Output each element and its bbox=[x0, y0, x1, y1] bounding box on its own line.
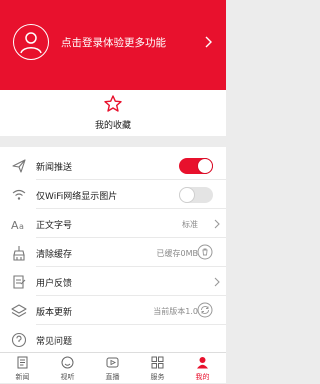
layers-icon bbox=[11, 304, 27, 318]
setting-wifi-images: 仅WiFi网络显示图片 bbox=[0, 180, 226, 209]
tab-mine[interactable]: 我的 bbox=[180, 353, 225, 384]
setting-faq[interactable]: 常见问题 bbox=[0, 325, 226, 352]
wifi-images-toggle[interactable] bbox=[179, 187, 213, 203]
news-push-toggle[interactable] bbox=[179, 158, 213, 174]
svg-text:a: a bbox=[19, 222, 24, 231]
font-size-icon: A a bbox=[11, 219, 24, 232]
tab-label: 新闻 bbox=[15, 373, 30, 381]
favorites-label: 我的收藏 bbox=[94, 121, 131, 131]
version-value: 当前版本1.0 bbox=[153, 307, 198, 316]
trash-icon[interactable] bbox=[197, 244, 213, 260]
avatar[interactable] bbox=[13, 24, 49, 60]
favorites-button[interactable]: 我的收藏 bbox=[0, 90, 226, 136]
user-icon bbox=[20, 32, 42, 54]
tab-news[interactable]: 新闻 bbox=[0, 353, 45, 384]
setting-feedback[interactable]: 用户反馈 bbox=[0, 267, 226, 296]
tab-label: 视听 bbox=[60, 373, 75, 381]
svg-text:A: A bbox=[11, 219, 19, 232]
help-icon bbox=[11, 332, 27, 348]
setting-label: 常见问题 bbox=[36, 337, 73, 347]
tab-services[interactable]: 服务 bbox=[135, 353, 180, 384]
tab-label: 直播 bbox=[105, 373, 120, 381]
wifi-icon bbox=[12, 189, 26, 200]
setting-label: 仅WiFi网络显示图片 bbox=[36, 192, 118, 202]
tab-audiovisual[interactable]: 视听 bbox=[45, 353, 90, 384]
play-icon bbox=[106, 357, 119, 368]
tab-label: 服务 bbox=[150, 373, 165, 381]
setting-label: 清除缓存 bbox=[36, 250, 73, 260]
chevron-right-icon bbox=[214, 277, 220, 287]
settings-list: 新闻推送 仅WiFi网络显示图片 A a 正文字号 标准 清除缓存 已缓存0MB bbox=[0, 147, 226, 352]
news-icon bbox=[17, 356, 28, 369]
setting-label: 用户反馈 bbox=[36, 279, 73, 289]
font-size-value: 标准 bbox=[182, 220, 198, 229]
cache-size-value: 已缓存0MB bbox=[156, 249, 198, 258]
setting-label: 版本更新 bbox=[36, 308, 73, 318]
setting-label: 新闻推送 bbox=[36, 163, 73, 173]
tab-live[interactable]: 直播 bbox=[90, 353, 135, 384]
face-icon bbox=[61, 356, 74, 369]
login-header[interactable]: 点击登录体验更多功能 bbox=[0, 0, 226, 90]
send-icon bbox=[12, 159, 26, 173]
setting-version-update[interactable]: 版本更新 当前版本1.0 bbox=[0, 296, 226, 325]
bottom-tab-bar: 新闻 视听 直播 服务 我的 bbox=[0, 352, 226, 383]
login-prompt[interactable]: 点击登录体验更多功能 bbox=[61, 35, 166, 50]
setting-font-size[interactable]: A a 正文字号 标准 bbox=[0, 209, 226, 238]
star-icon bbox=[104, 95, 122, 112]
chevron-right-icon bbox=[205, 36, 212, 48]
chevron-right-icon bbox=[214, 219, 220, 229]
refresh-icon[interactable] bbox=[197, 302, 213, 318]
tab-label: 我的 bbox=[195, 373, 210, 381]
grid-icon bbox=[151, 356, 164, 369]
clean-icon bbox=[13, 246, 25, 261]
user-icon bbox=[197, 357, 208, 369]
setting-clear-cache[interactable]: 清除缓存 已缓存0MB bbox=[0, 238, 226, 267]
feedback-icon bbox=[13, 275, 26, 289]
setting-label: 正文字号 bbox=[36, 221, 73, 231]
setting-news-push: 新闻推送 bbox=[0, 151, 226, 180]
